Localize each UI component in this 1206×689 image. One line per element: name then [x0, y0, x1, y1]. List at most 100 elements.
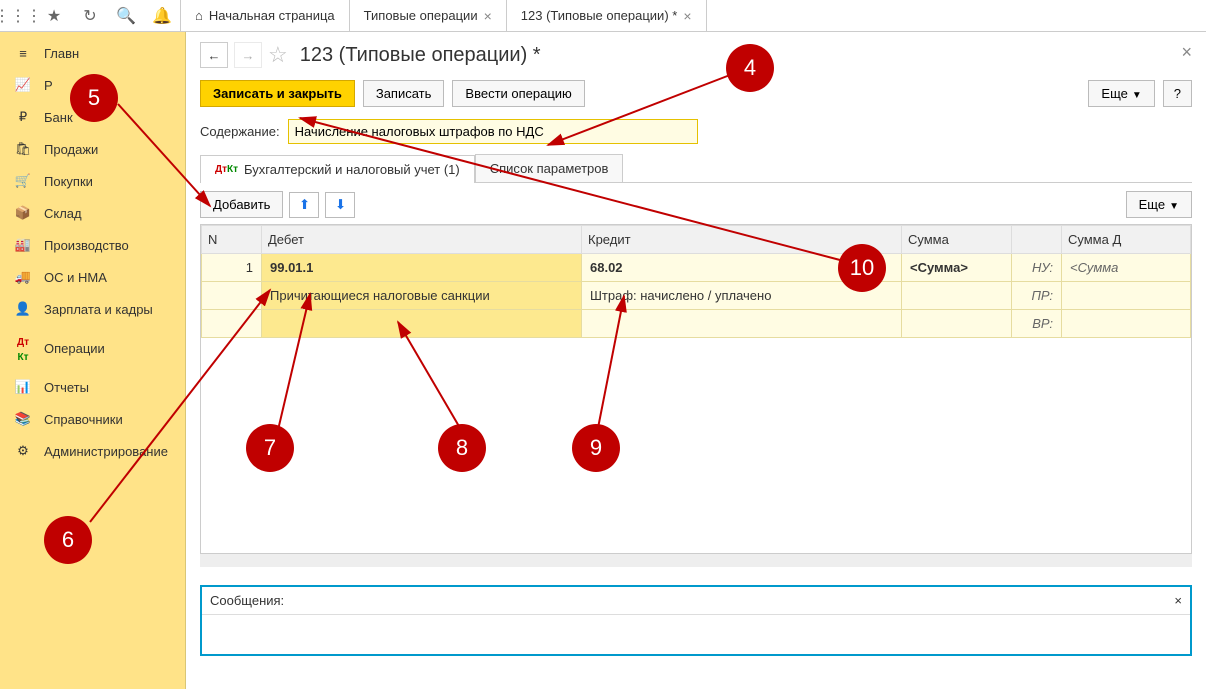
sidebar-item-label: Отчеты	[44, 380, 89, 395]
sidebar-item-operations[interactable]: ДтКт Операции	[0, 325, 185, 371]
enter-operation-button[interactable]: Ввести операцию	[452, 80, 584, 107]
sidebar-item-label: Продажи	[44, 142, 98, 157]
sidebar-item-salary[interactable]: 👤Зарплата и кадры	[0, 293, 185, 325]
window-tabs: ⌂ Начальная страница Типовые операции × …	[181, 0, 707, 31]
sidebar-item-label: Справочники	[44, 412, 123, 427]
sidebar-item-label: Операции	[44, 341, 105, 356]
cell-debit-sub[interactable]: Причитающиеся налоговые санкции	[262, 282, 582, 310]
books-icon: 📚	[14, 411, 32, 427]
grid-toolbar: Добавить ⬆ ⬇ Еще▼	[200, 191, 1192, 218]
sidebar-item-reports[interactable]: 📊 Отчеты	[0, 371, 185, 403]
back-button[interactable]: ←	[200, 42, 228, 68]
bell-icon[interactable]: 🔔	[144, 0, 180, 31]
sidebar-item-label: Склад	[44, 206, 82, 221]
sidebar-item-label: Покупки	[44, 174, 93, 189]
gear-icon: ⚙	[14, 443, 32, 459]
sidebar-item-main[interactable]: ≡ Главн	[0, 38, 185, 69]
chevron-down-icon: ▼	[1132, 90, 1142, 101]
content-field-row: Содержание:	[200, 119, 1192, 144]
move-up-button[interactable]: ⬆	[289, 192, 319, 218]
toolbar-icons: ⋮⋮⋮ ★ ↻ 🔍 🔔	[0, 0, 181, 31]
cell-nu: НУ:	[1012, 254, 1062, 282]
content-input[interactable]	[288, 119, 698, 144]
page-title: 123 (Типовые операции) *	[300, 44, 541, 67]
table-row[interactable]: ВР:	[202, 310, 1191, 338]
tab-parameters[interactable]: Список параметров	[475, 154, 624, 182]
help-button[interactable]: ?	[1163, 80, 1192, 107]
tab-label: Бухгалтерский и налоговый учет (1)	[244, 162, 460, 177]
annotation-bubble-10: 10	[838, 244, 886, 292]
close-icon[interactable]: ×	[1174, 593, 1182, 608]
annotation-bubble-7: 7	[246, 424, 294, 472]
header-n: N	[202, 226, 262, 254]
box-icon: 📦	[14, 205, 32, 221]
tab-label: Типовые операции	[364, 8, 478, 23]
annotation-bubble-8: 8	[438, 424, 486, 472]
star-icon[interactable]: ★	[36, 0, 72, 31]
sidebar-item-label: Р	[44, 78, 53, 93]
sidebar-item-purchases[interactable]: 🛒 Покупки	[0, 165, 185, 197]
truck-icon: 🚚	[14, 269, 32, 285]
cell-debit-account[interactable]: 99.01.1	[262, 254, 582, 282]
messages-panel: Сообщения: ×	[200, 585, 1192, 656]
messages-label: Сообщения:	[210, 593, 284, 608]
close-icon[interactable]: ×	[484, 8, 492, 24]
sidebar-item-label: Производство	[44, 238, 129, 253]
tab-label: Список параметров	[490, 161, 609, 176]
table-row[interactable]: Причитающиеся налоговые санкции Штраф: н…	[202, 282, 1191, 310]
sidebar-item-production[interactable]: 🏭Производство	[0, 229, 185, 261]
cell-sumd: <Сумма	[1062, 254, 1191, 282]
save-button[interactable]: Записать	[363, 80, 445, 107]
annotation-bubble-5: 5	[70, 74, 118, 122]
sidebar-item-catalogs[interactable]: 📚 Справочники	[0, 403, 185, 435]
dtkt-icon: ДтКт	[14, 333, 32, 363]
postings-table[interactable]: N Дебет Кредит Сумма Сумма Д 1 99.01.1 6…	[200, 224, 1192, 554]
barchart-icon: 📊	[14, 379, 32, 395]
cell-sum[interactable]: <Сумма>	[902, 254, 1012, 282]
tab-typical[interactable]: Типовые операции ×	[350, 0, 507, 31]
sidebar: ≡ Главн 📈 Р ₽ Банк 🛍 Продажи 🛒 Покупки 📦 Склад…	[0, 32, 186, 689]
header-sumd: Сумма Д	[1062, 226, 1191, 254]
tab-123[interactable]: 123 (Типовые операции) * ×	[507, 0, 707, 31]
more-button[interactable]: Еще▼	[1088, 80, 1154, 107]
chart-icon: 📈	[14, 77, 32, 93]
save-close-button[interactable]: Записать и закрыть	[200, 80, 355, 107]
sidebar-item-sales[interactable]: 🛍 Продажи	[0, 133, 185, 165]
ruble-icon: ₽	[14, 109, 32, 125]
cart-icon: 🛒	[14, 173, 32, 189]
favorite-star-icon[interactable]: ☆	[268, 42, 288, 68]
dtkt-icon: ДтКт	[215, 164, 238, 175]
apps-icon[interactable]: ⋮⋮⋮	[0, 0, 36, 31]
tabs-accounting: ДтКт Бухгалтерский и налоговый учет (1) …	[200, 154, 1192, 183]
annotation-bubble-6: 6	[44, 516, 92, 564]
sidebar-item-assets[interactable]: 🚚 ОС и НМА	[0, 261, 185, 293]
cell-pr: ПР:	[1012, 282, 1062, 310]
tab-home[interactable]: ⌂ Начальная страница	[181, 0, 350, 31]
main-area: × ← → ☆ 123 (Типовые операции) * Записат…	[186, 32, 1206, 689]
horizontal-scrollbar[interactable]	[200, 553, 1192, 567]
sidebar-item-admin[interactable]: ⚙Администрирование	[0, 435, 185, 467]
close-icon[interactable]: ×	[683, 8, 691, 24]
home-icon: ⌂	[195, 8, 203, 23]
page-header: ← → ☆ 123 (Типовые операции) *	[200, 42, 1192, 68]
forward-button[interactable]: →	[234, 42, 262, 68]
bag-icon: 🛍	[14, 141, 32, 157]
tab-label: 123 (Типовые операции) *	[521, 8, 678, 23]
move-down-button[interactable]: ⬇	[325, 192, 355, 218]
sidebar-item-warehouse[interactable]: 📦 Склад	[0, 197, 185, 229]
search-icon[interactable]: 🔍	[108, 0, 144, 31]
sidebar-item-label: Зарплата и кадры	[44, 302, 153, 317]
close-page-icon[interactable]: ×	[1181, 42, 1192, 63]
history-icon[interactable]: ↻	[72, 0, 108, 31]
menu-icon: ≡	[14, 46, 32, 61]
grid-more-button[interactable]: Еще▼	[1126, 191, 1192, 218]
sidebar-item-label: Главн	[44, 46, 79, 61]
table-row[interactable]: 1 99.01.1 68.02 <Сумма> НУ: <Сумма	[202, 254, 1191, 282]
cell-n: 1	[202, 254, 262, 282]
add-button[interactable]: Добавить	[200, 191, 283, 218]
sidebar-item-label: Банк	[44, 110, 73, 125]
tab-accounting[interactable]: ДтКт Бухгалтерский и налоговый учет (1)	[200, 155, 475, 183]
header-blank	[1012, 226, 1062, 254]
sidebar-item-label: ОС и НМА	[44, 270, 107, 285]
annotation-bubble-4: 4	[726, 44, 774, 92]
